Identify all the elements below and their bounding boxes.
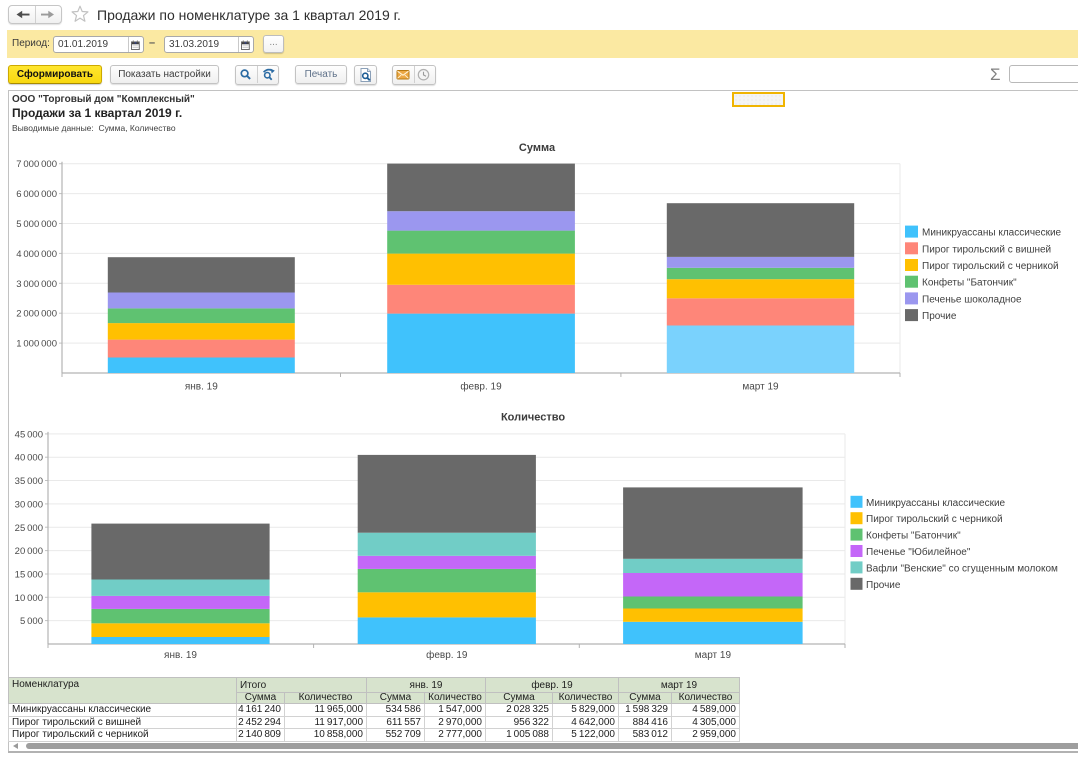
svg-text:25 000: 25 000 [15, 523, 43, 534]
svg-text:40 000: 40 000 [15, 453, 43, 464]
svg-text:Миникруассаны классические: Миникруассаны классические [922, 228, 1062, 239]
svg-text:5 000 000: 5 000 000 [16, 219, 57, 230]
svg-text:февр. 19: февр. 19 [426, 649, 468, 661]
svg-text:5 000: 5 000 [20, 616, 43, 627]
svg-text:Прочие: Прочие [922, 311, 957, 322]
svg-text:2 000 000: 2 000 000 [16, 309, 57, 320]
svg-text:3 000 000: 3 000 000 [16, 279, 57, 290]
svg-text:7 000 000: 7 000 000 [16, 159, 57, 170]
svg-text:1 000 000: 1 000 000 [16, 339, 57, 350]
svg-text:февр. 19: февр. 19 [460, 381, 502, 393]
svg-text:Печенье "Юбилейное": Печенье "Юбилейное" [866, 546, 971, 558]
svg-text:Количество: Количество [501, 412, 565, 424]
svg-text:4 000 000: 4 000 000 [16, 249, 57, 260]
svg-text:Конфеты "Батончик": Конфеты "Батончик" [866, 530, 961, 542]
svg-text:март 19: март 19 [695, 650, 732, 661]
svg-text:март 19: март 19 [742, 382, 779, 393]
svg-text:Конфеты "Батончик": Конфеты "Батончик" [922, 277, 1017, 289]
svg-text:30 000: 30 000 [15, 499, 43, 510]
svg-text:янв. 19: янв. 19 [185, 382, 218, 393]
svg-text:Пирог тирольский с черникой: Пирог тирольский с черникой [866, 514, 1003, 525]
svg-text:35 000: 35 000 [15, 476, 43, 487]
svg-text:15 000: 15 000 [15, 570, 43, 581]
svg-text:Пирог тирольский с черникой: Пирог тирольский с черникой [922, 261, 1059, 272]
svg-text:10 000: 10 000 [15, 593, 43, 604]
svg-text:20 000: 20 000 [15, 546, 43, 557]
svg-text:Печенье шоколадное: Печенье шоколадное [922, 294, 1022, 305]
svg-text:Вафли "Венские" со сгущенным м: Вафли "Венские" со сгущенным молоком [866, 562, 1058, 574]
svg-text:Миникруассаны классические: Миникруассаны классические [866, 498, 1006, 509]
svg-text:45 000: 45 000 [15, 429, 43, 440]
svg-text:Прочие: Прочие [866, 580, 901, 591]
svg-text:6 000 000: 6 000 000 [16, 189, 57, 200]
svg-text:Пирог тирольский с вишней: Пирог тирольский с вишней [922, 244, 1051, 255]
svg-text:янв. 19: янв. 19 [164, 650, 197, 661]
svg-text:Сумма: Сумма [519, 142, 556, 154]
